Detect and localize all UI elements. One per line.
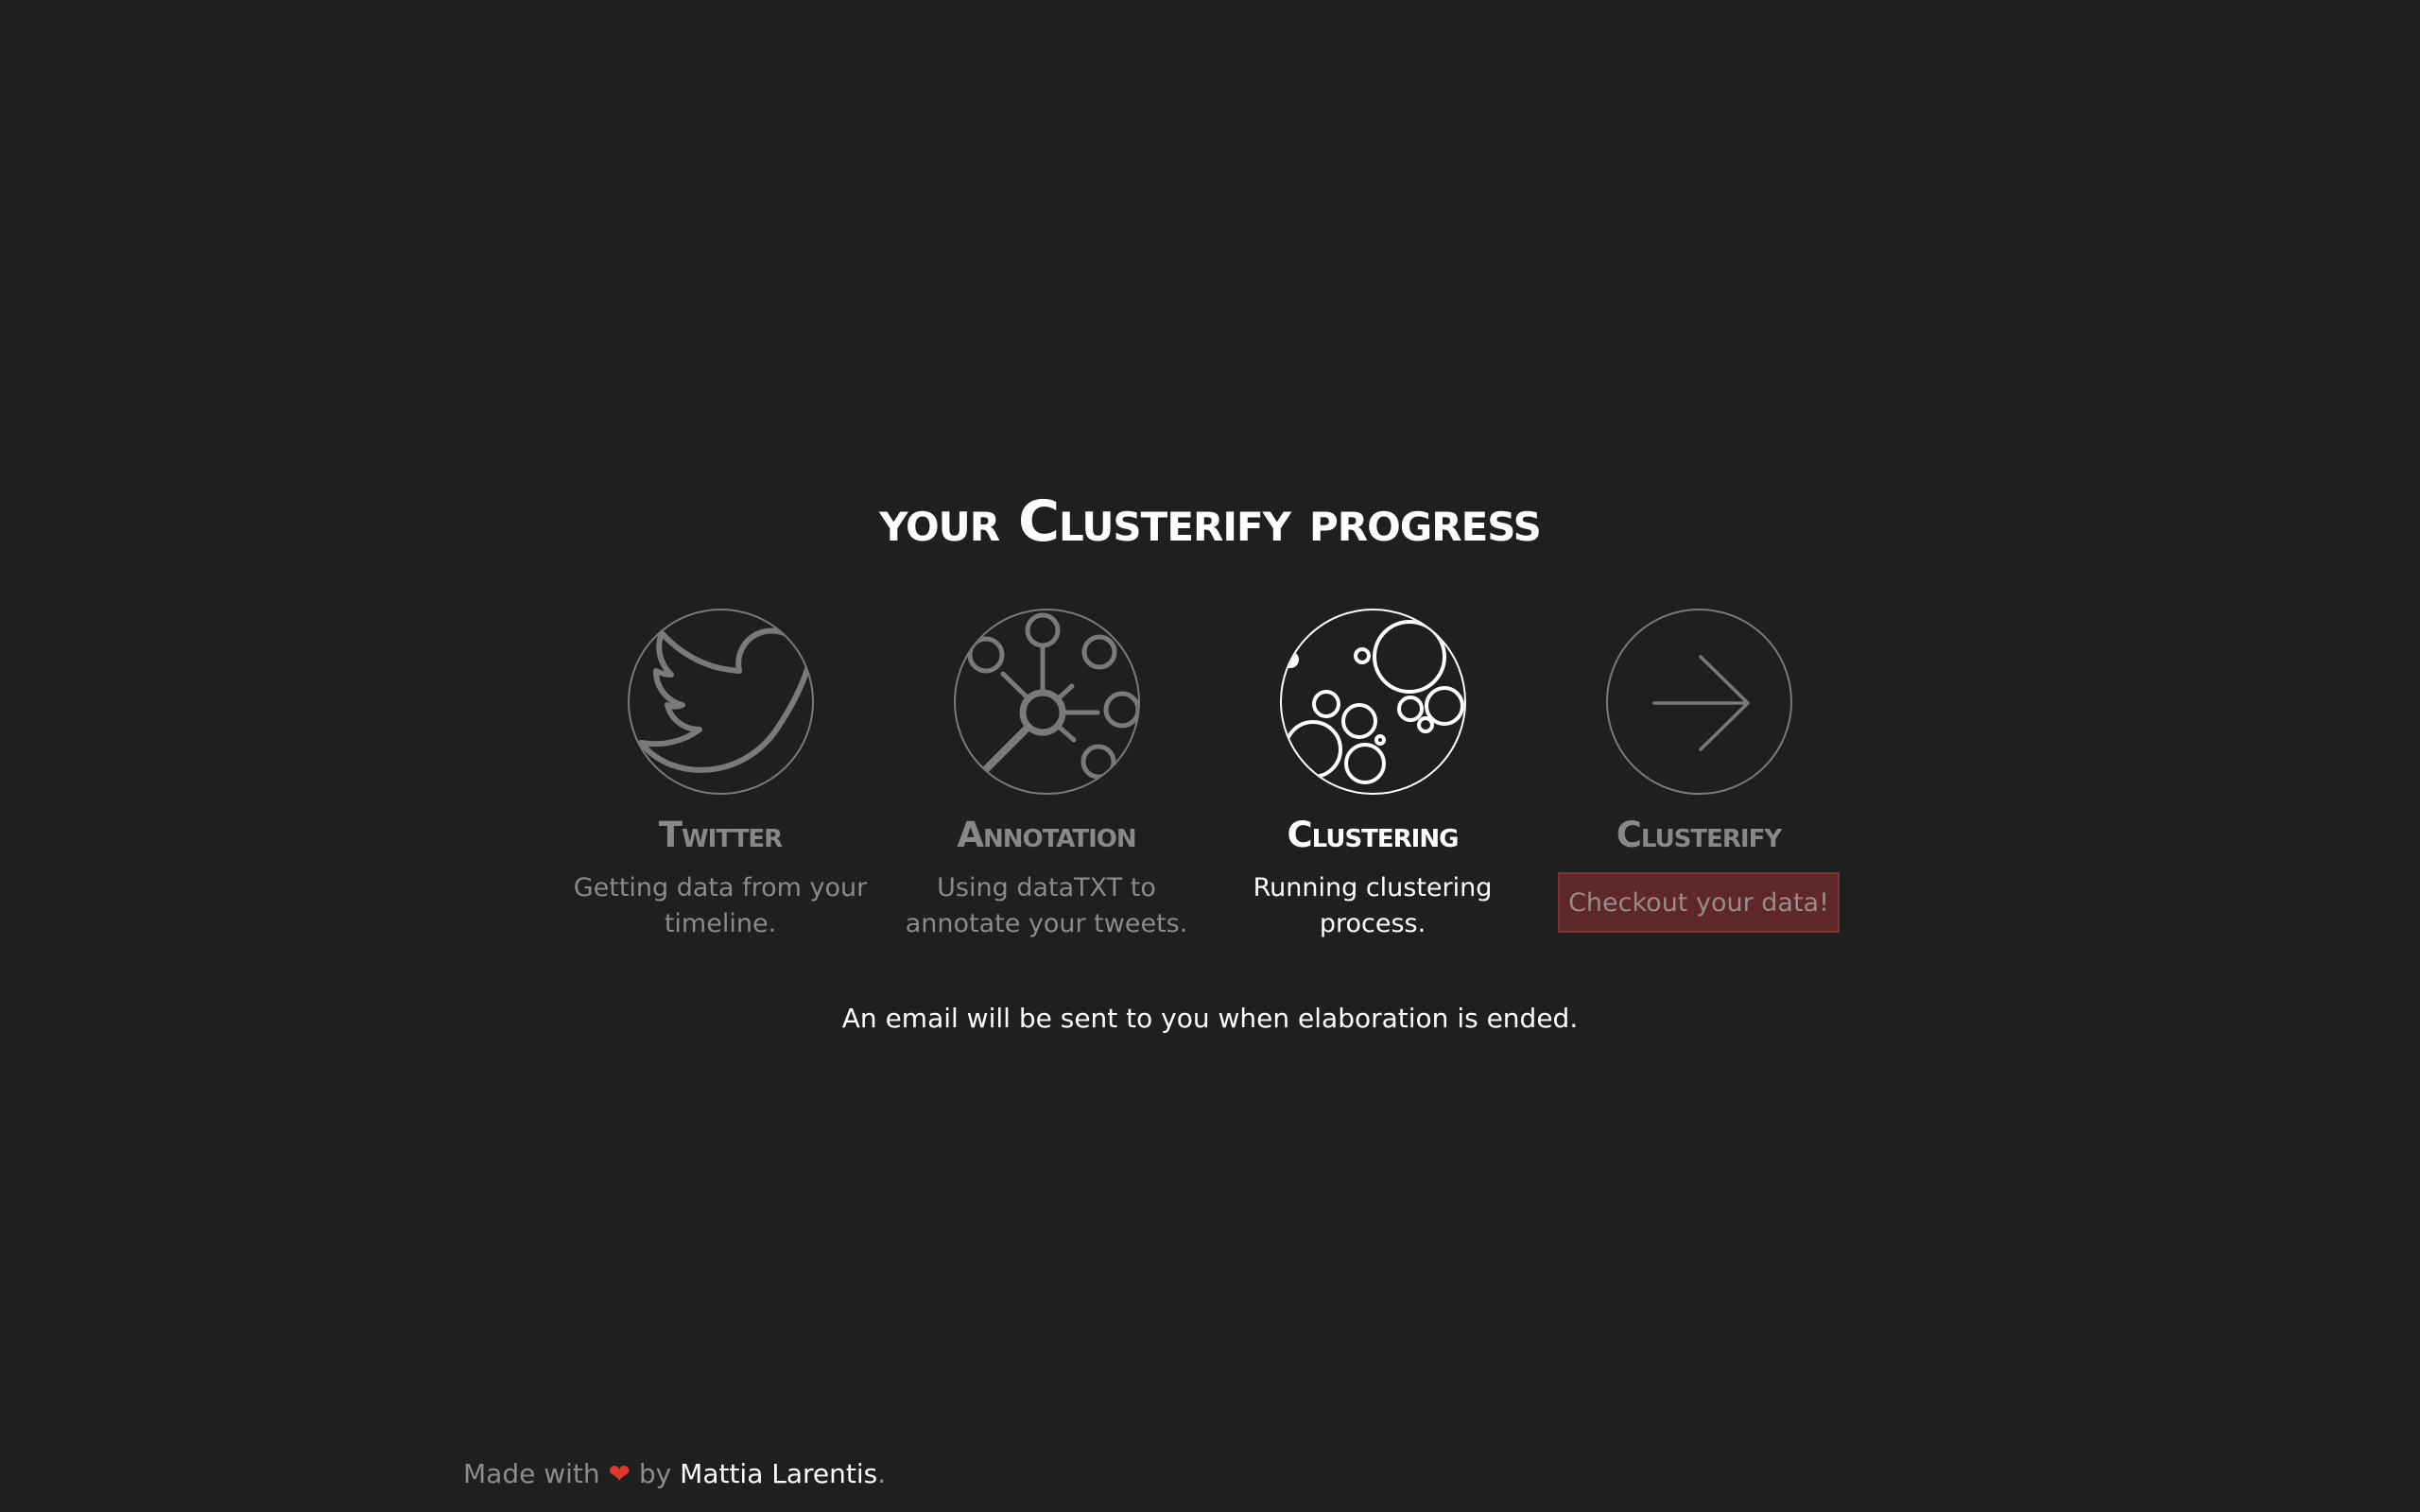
- step-description: Running clustering process.: [1253, 873, 1493, 938]
- email-notice: An email will be sent to you when elabor…: [841, 1003, 1579, 1034]
- arrow-right-icon: [1605, 609, 1792, 795]
- footer: Made with ❤ by Mattia Larentis.: [463, 1455, 886, 1493]
- network-nodes-icon: [953, 609, 1140, 795]
- progress-page: your Clusterify progress Twitter Getting…: [0, 0, 2420, 1512]
- twitter-bird-icon: [627, 609, 814, 795]
- author-link[interactable]: Mattia Larentis: [680, 1458, 877, 1489]
- step-description: Getting data from your timeline.: [573, 873, 868, 938]
- footer-prefix: Made with: [463, 1458, 600, 1489]
- step-name: Clustering: [1287, 815, 1460, 855]
- heart-icon: ❤: [608, 1458, 631, 1489]
- step-name: Clusterify: [1616, 815, 1782, 855]
- page-title: your Clusterify progress: [879, 489, 1542, 555]
- bubbles-cluster-icon: [1279, 609, 1466, 795]
- step-twitter: Twitter Getting data from your timeline.: [569, 609, 872, 942]
- step-name: Twitter: [658, 815, 783, 855]
- footer-by: by: [638, 1458, 672, 1489]
- step-description: Using dataTXT to annotate your tweets.: [905, 873, 1188, 938]
- step-annotation: Annotation Using dataTXT to annotate you…: [895, 609, 1198, 942]
- footer-suffix: .: [877, 1458, 887, 1489]
- step-clustering: Clustering Running clustering process.: [1221, 609, 1524, 942]
- step-name: Annotation: [957, 815, 1136, 855]
- step-clusterify: Clusterify Checkout your data!: [1547, 609, 1850, 933]
- checkout-data-button[interactable]: Checkout your data!: [1558, 872, 1840, 933]
